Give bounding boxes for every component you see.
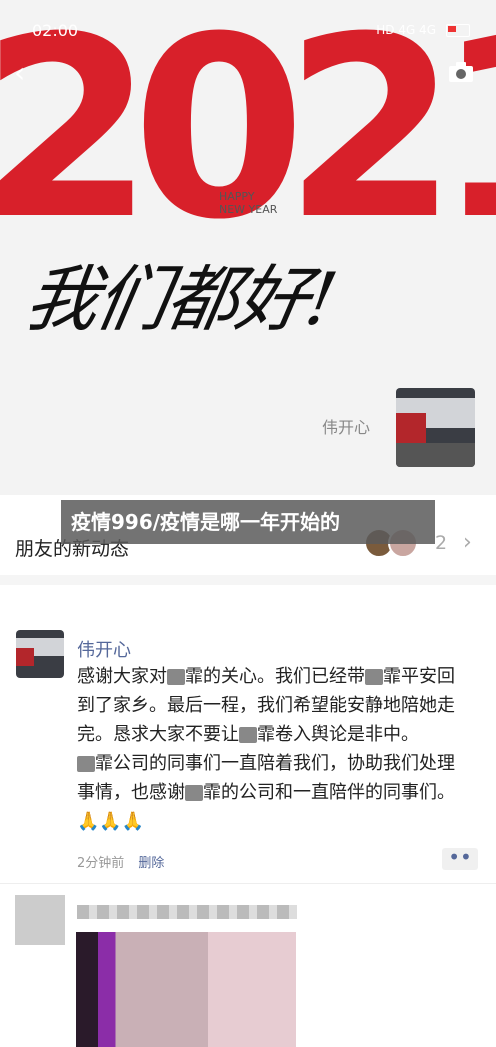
post-text-segment: 感谢大家对: [77, 666, 167, 687]
section-divider: [0, 575, 496, 585]
redacted-block: [185, 785, 203, 801]
second-post-image[interactable]: [76, 932, 296, 1047]
delete-link[interactable]: 删除: [138, 856, 164, 871]
more-options-button[interactable]: ••: [442, 847, 478, 870]
chevron-right-icon: ›: [463, 530, 472, 555]
network-indicator: HD 4G 4G: [376, 23, 436, 37]
post-separator: [0, 883, 496, 884]
cover-owner-avatar[interactable]: [396, 388, 475, 467]
back-icon[interactable]: ‹: [14, 58, 40, 88]
post-text: 感谢大家对 霏的关心。我们已经带 霏平安回到了家乡。最后一程，我们希望能安静地陪她走…: [77, 662, 467, 836]
post-author-avatar[interactable]: [16, 630, 64, 678]
slogan-text: 我们都好!: [19, 257, 342, 341]
post-text-segment: 霏卷入舆论是非中。: [257, 724, 419, 745]
status-icons: HD 4G 4G: [376, 23, 470, 37]
post-text-segment: 霏的关心。我们已经带: [185, 666, 365, 687]
redacted-block: [167, 669, 185, 685]
friend-moments-count: 2: [435, 532, 448, 554]
status-time: 02:00: [32, 20, 79, 40]
redacted-block: [239, 727, 257, 743]
overlay-article-title: 疫情996/疫情是哪一年开始的: [61, 500, 435, 544]
post-author-name[interactable]: 伟开心: [77, 636, 131, 662]
status-bar: 02:00 HD 4G 4G: [0, 0, 496, 60]
second-post-author-blurred: [77, 905, 297, 919]
battery-icon: [446, 23, 470, 37]
redacted-block: [365, 669, 383, 685]
cover-image: 2021 HAPPY NEW YEAR 我们都好! 伟开心 02:00 HD 4…: [0, 0, 496, 495]
camera-icon[interactable]: [448, 60, 474, 84]
post-meta: 2分钟前 删除: [77, 852, 164, 871]
post-time: 2分钟前: [77, 856, 125, 871]
redacted-block: [77, 756, 95, 772]
second-post-avatar[interactable]: [15, 895, 65, 945]
cover-owner-name[interactable]: 伟开心: [322, 414, 370, 438]
happy-new-year-text: HAPPY NEW YEAR: [219, 190, 278, 216]
